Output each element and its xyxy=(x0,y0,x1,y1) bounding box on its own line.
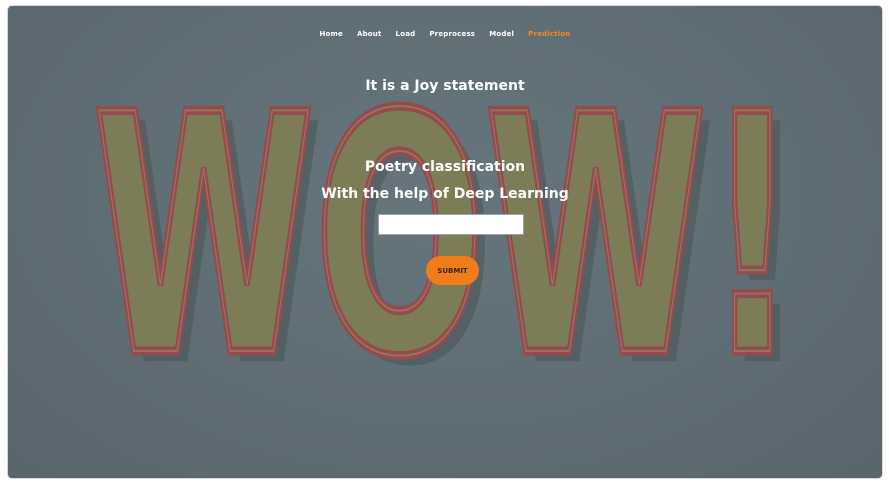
nav-preprocess[interactable]: Preprocess xyxy=(429,30,475,38)
nav-load[interactable]: Load xyxy=(396,30,416,38)
submit-button[interactable]: SUBMIT xyxy=(426,256,479,285)
nav-home[interactable]: Home xyxy=(319,30,343,38)
nav-prediction[interactable]: Prediction xyxy=(528,30,570,38)
top-nav: Home About Load Preprocess Model Predict… xyxy=(8,30,882,38)
prediction-result: It is a Joy statement xyxy=(365,78,525,94)
nav-about[interactable]: About xyxy=(357,30,382,38)
hero-subtitle: With the help of Deep Learning xyxy=(321,186,569,202)
nav-model[interactable]: Model xyxy=(489,30,514,38)
poetry-input[interactable] xyxy=(378,214,524,235)
page-frame: WOW! WOW! WOW! Home About Load Preproces… xyxy=(8,6,882,478)
overlay-tint xyxy=(8,6,882,478)
hero-title: Poetry classification xyxy=(364,159,526,175)
wow-background-art: WOW! WOW! WOW! xyxy=(8,6,882,478)
